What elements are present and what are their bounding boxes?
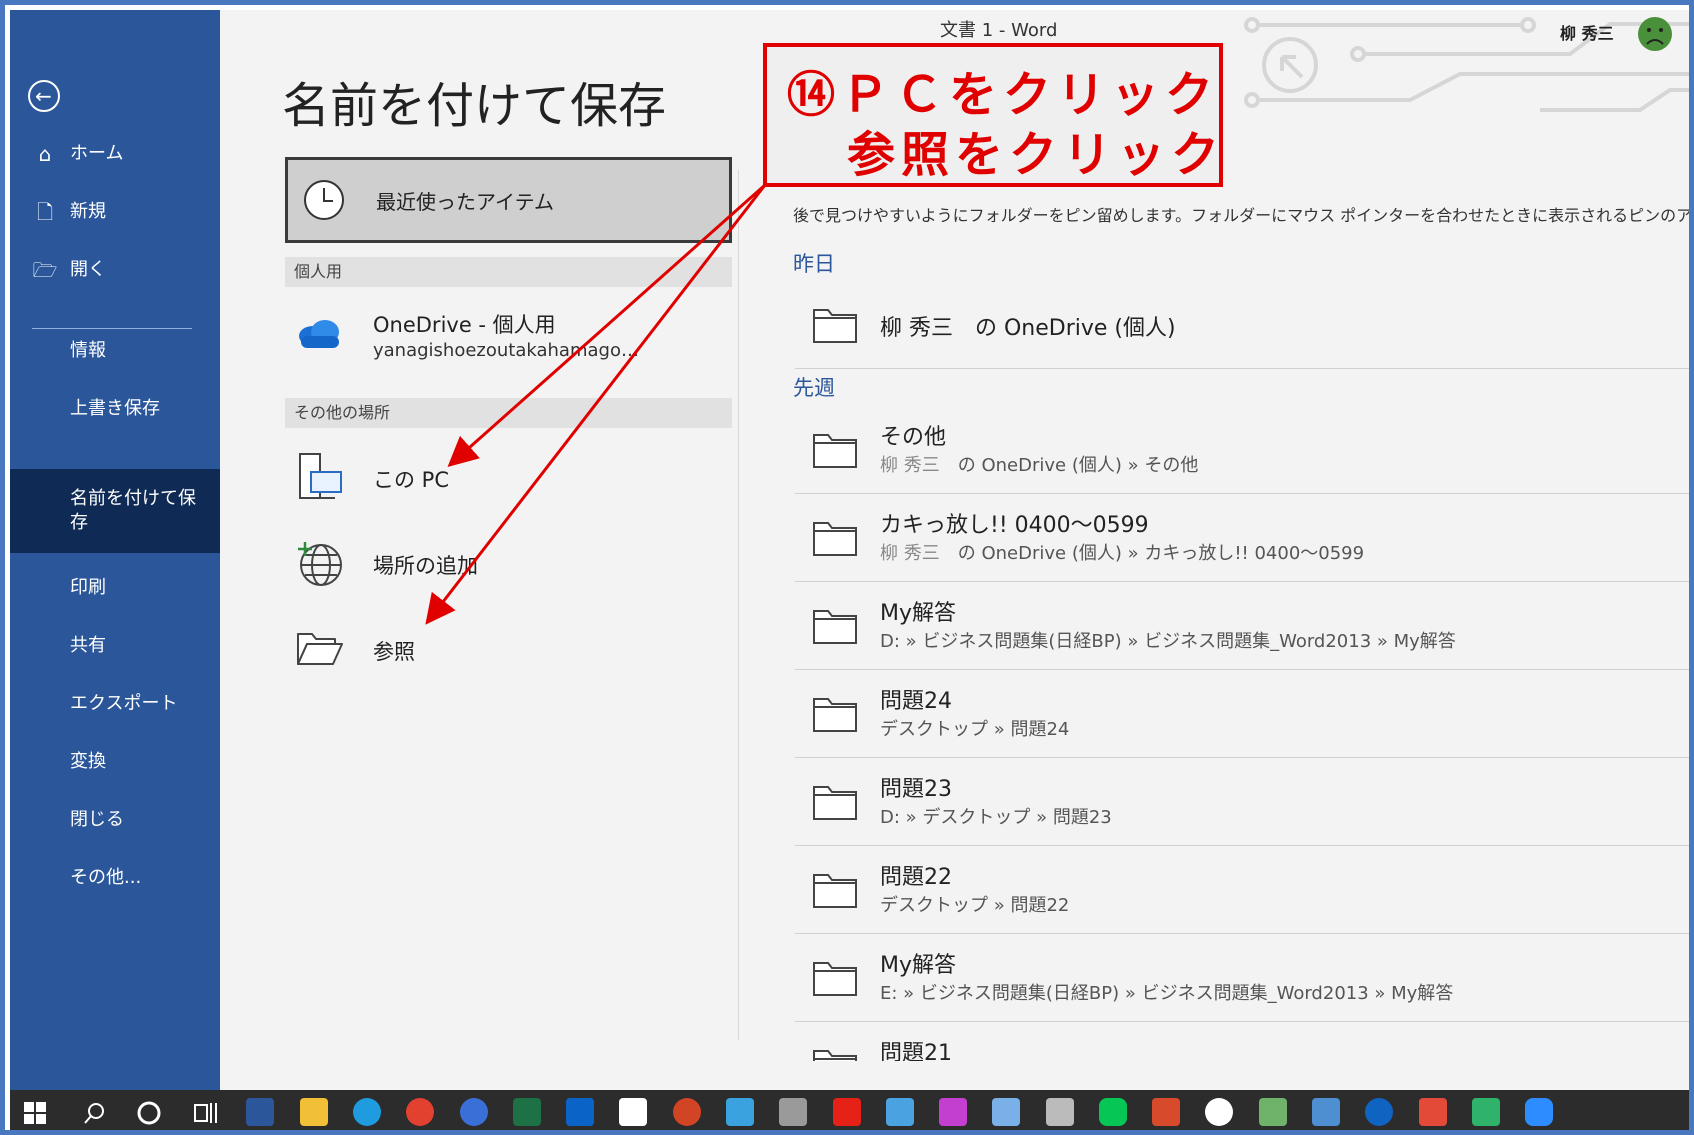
window-title: 文書 1 - Word [940,20,1058,41]
folder-icon [813,309,857,343]
location-add-place[interactable]: 場所の追加 [285,528,732,598]
nav-info[interactable]: 情報 [10,325,220,377]
app-icon[interactable] [1259,1098,1287,1126]
taskbar [10,1090,1689,1130]
onedrive-cloud-icon [299,320,339,348]
app-icon[interactable] [939,1098,967,1126]
backstage-sidebar: ← ⌂ ホーム 🗋 新規 🗁 開く 情報 上書き保存 名前を付けて保存 印刷 共… [10,10,220,1090]
chrome-icon[interactable] [406,1098,434,1126]
excel-icon[interactable] [513,1098,541,1126]
group-header-personal: 個人用 [285,257,732,287]
folder-row[interactable]: 問題21 [795,1021,1689,1061]
location-onedrive[interactable]: OneDrive - 個人用 yanagishoezoutakahamago… [285,300,732,380]
globe-add-icon [298,542,342,586]
new-document-icon: 🗋 [36,200,54,224]
app-icon[interactable] [1046,1098,1074,1126]
nav-new[interactable]: 🗋 新規 [10,186,220,238]
folder-icon [813,610,857,644]
nav-print[interactable]: 印刷 [10,562,220,614]
folder-icon [813,434,857,468]
nav-more[interactable]: その他... [10,852,220,904]
folder-row[interactable]: 問題23 D: » デスクトップ » 問題23 [795,757,1689,846]
folder-path: D: » ビジネス問題集(日経BP) » ビジネス問題集_Word2013 » … [880,631,1456,652]
folder-icon [813,1050,857,1061]
arrow-left-icon: ← [35,84,52,108]
avatar[interactable] [1637,10,1673,56]
paint-icon[interactable] [992,1098,1020,1126]
nav-export[interactable]: エクスポート [10,678,220,730]
user-name: 柳 秀三 [1560,24,1614,43]
folder-icon [813,522,857,556]
app-icon[interactable] [1152,1098,1180,1126]
edge-icon[interactable] [353,1098,381,1126]
app-icon[interactable] [1312,1098,1340,1126]
folder-path: E: » ビジネス問題集(日経BP) » ビジネス問題集_Word2013 » … [880,983,1454,1004]
powerpoint-icon[interactable] [673,1098,701,1126]
folder-path: の OneDrive (個人) » その他 [957,455,1199,476]
word-backstage: ← ⌂ ホーム 🗋 新規 🗁 開く 情報 上書き保存 名前を付けて保存 印刷 共… [10,10,1694,1090]
search-icon[interactable] [83,1101,107,1125]
folder-owner: 柳 秀三 [880,455,940,476]
task-view-icon[interactable] [193,1101,219,1125]
folder-icon [813,698,857,732]
section-last-week: 先週 [793,376,835,400]
computer-icon [299,453,342,499]
page-title: 名前を付けて保存 [282,78,667,134]
folder-path: デスクトップ » 問題24 [880,719,1070,740]
nav-share[interactable]: 共有 [10,620,220,672]
windows-start-icon[interactable] [24,1102,46,1124]
cortana-icon[interactable] [137,1101,161,1125]
folder-path: の OneDrive (個人) » カキっ放し!! 0400～0599 [957,543,1365,564]
nav-open[interactable]: 🗁 開く [10,244,220,296]
back-button[interactable]: ← [28,80,60,112]
folder-path: D: » デスクトップ » 問題23 [880,807,1112,828]
folder-icon [813,786,857,820]
app-icon[interactable] [779,1098,807,1126]
folder-icon [813,962,857,996]
folder-row[interactable]: 柳 秀三 の OneDrive (個人) [795,280,1689,369]
column-divider [738,170,739,1040]
location-recent[interactable]: 最近使ったアイテム [285,157,732,243]
file-explorer-icon[interactable] [300,1098,328,1126]
home-icon: ⌂ [38,142,52,166]
nav-save[interactable]: 上書き保存 [10,383,220,435]
nav-convert[interactable]: 変換 [10,736,220,788]
folder-open-icon [297,633,343,665]
nav-save-as[interactable]: 名前を付けて保存 [10,469,220,553]
folder-icon [813,874,857,908]
nav-close[interactable]: 閉じる [10,794,220,846]
section-yesterday: 昨日 [793,252,835,276]
folder-owner: 柳 秀三 [880,543,940,564]
folder-row[interactable]: その他 柳 秀三 の OneDrive (個人) » その他 [795,405,1689,494]
folder-row[interactable]: カキっ放し!! 0400～0599 柳 秀三 の OneDrive (個人) »… [795,493,1689,582]
callout-line-2: 参照をクリック [847,127,1226,183]
folder-row[interactable]: 問題22 デスクトップ » 問題22 [795,845,1689,934]
play-store-icon[interactable] [1472,1098,1500,1126]
amazon-icon[interactable] [619,1098,647,1126]
google-icon[interactable] [1205,1098,1233,1126]
open-folder-icon: 🗁 [32,258,58,282]
instruction-callout: ⑭ＰＣをクリック 参照をクリック [763,43,1223,187]
group-header-other: その他の場所 [285,398,732,428]
location-browse[interactable]: 参照 [285,614,732,684]
clock-icon [304,180,344,220]
line-icon[interactable] [1099,1098,1127,1126]
word-taskbar-icon[interactable] [246,1098,274,1126]
onedrive-taskbar-icon[interactable] [1365,1098,1393,1126]
zoom-icon[interactable] [1525,1098,1553,1126]
youtube-icon[interactable] [833,1098,861,1126]
pin-hint-text: 後で見つけやすいようにフォルダーをピン留めします。フォルダーにマウス ポインター… [793,206,1694,225]
people-icon[interactable] [460,1098,488,1126]
outlook-icon[interactable] [566,1098,594,1126]
app-icon[interactable] [726,1098,754,1126]
folder-row[interactable]: My解答 D: » ビジネス問題集(日経BP) » ビジネス問題集_Word20… [795,581,1689,670]
folder-row[interactable]: 問題24 デスクトップ » 問題24 [795,669,1689,758]
nav-home[interactable]: ⌂ ホーム [10,128,220,180]
folder-row[interactable]: My解答 E: » ビジネス問題集(日経BP) » ビジネス問題集_Word20… [795,933,1689,1022]
pdf-png-icon[interactable] [1419,1098,1447,1126]
location-this-pc[interactable]: この PC [285,442,732,512]
folder-path: デスクトップ » 問題22 [880,895,1070,916]
photos-icon[interactable] [886,1098,914,1126]
circuit-decoration [1244,17,1689,112]
